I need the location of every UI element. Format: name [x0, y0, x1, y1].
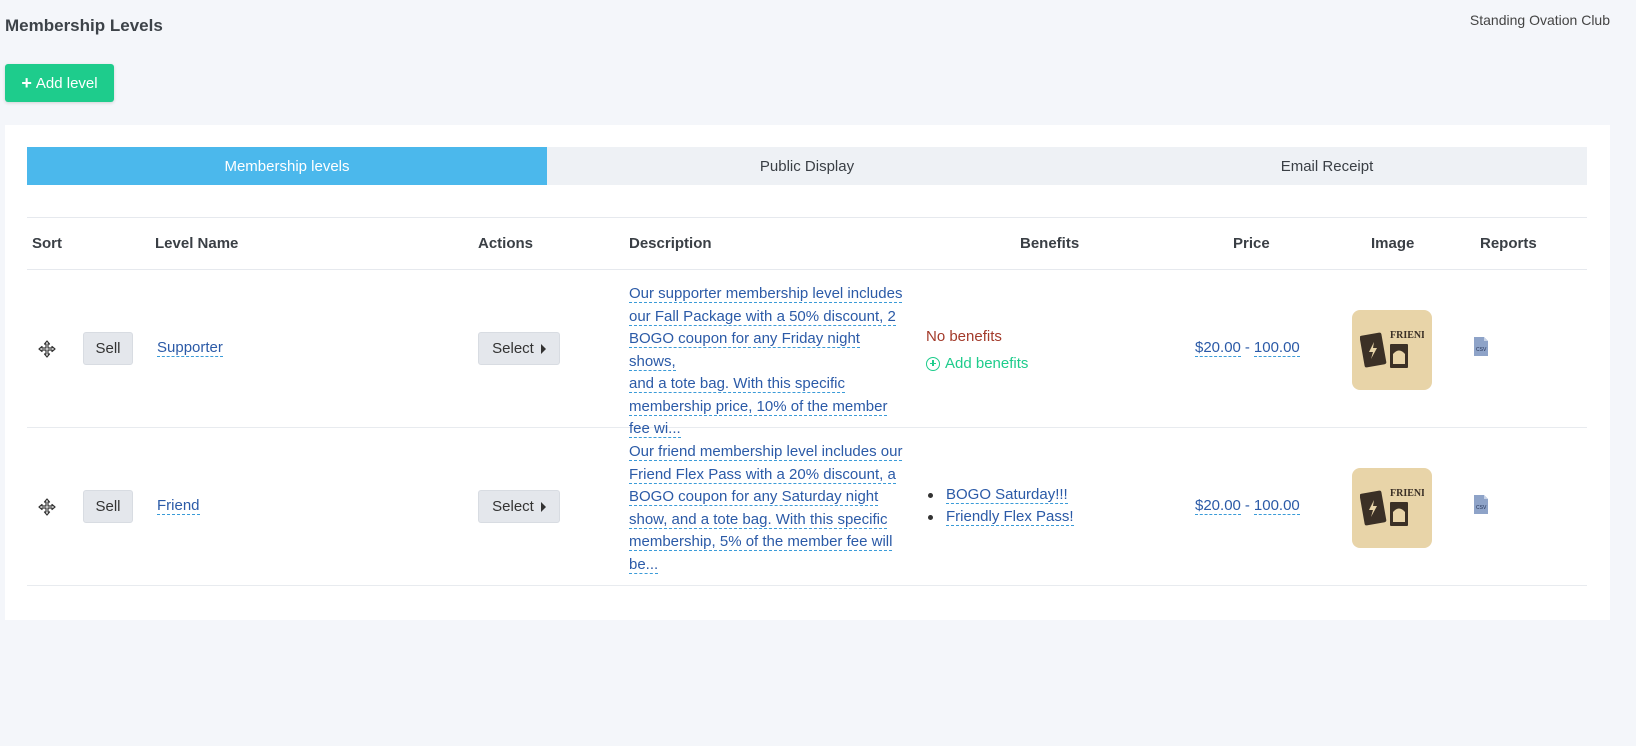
- benefit-list: BOGO Saturday!!! Friendly Flex Pass!: [926, 484, 1126, 528]
- page-title: Membership Levels: [5, 16, 163, 35]
- organization-name: Standing Ovation Club: [1469, 12, 1610, 28]
- description-line: and a tote bag. With this specific: [629, 375, 845, 393]
- level-image[interactable]: FRIEND: [1352, 468, 1432, 548]
- add-benefits-link[interactable]: Add benefits: [926, 355, 1126, 372]
- plus-circle-icon: [926, 356, 940, 371]
- caret-right-icon: [540, 501, 546, 512]
- price-min[interactable]: $20.00: [1195, 339, 1241, 357]
- price-max[interactable]: 100.00: [1253, 339, 1300, 357]
- tab-membership-levels[interactable]: Membership levels: [27, 147, 547, 185]
- price-max[interactable]: 100.00: [1253, 497, 1300, 515]
- image-caption: FRIEND: [1390, 488, 1424, 499]
- description-line: BOGO coupon for any Saturday night: [629, 488, 879, 506]
- price-range: $20.00-100.00: [1195, 497, 1300, 515]
- description-line: our Fall Package with a 50% discount, 2: [629, 307, 896, 326]
- plus-icon: +: [21, 73, 32, 93]
- add-benefits-label: Add benefits: [945, 355, 1029, 372]
- description-line: Friend Flex Pass with a 20% discount, a: [629, 465, 896, 484]
- level-name-link[interactable]: Friend: [157, 497, 200, 515]
- ticket-logo-icon: FRIEND: [1360, 330, 1424, 368]
- price-min[interactable]: $20.00: [1195, 497, 1241, 515]
- description-line: BOGO coupon for any Friday night shows,: [629, 330, 860, 371]
- header-price[interactable]: Price: [1233, 218, 1270, 270]
- benefits-cell: BOGO Saturday!!! Friendly Flex Pass!: [926, 484, 1126, 528]
- csv-label: CSV: [1476, 505, 1487, 511]
- sell-button[interactable]: Sell: [83, 490, 133, 523]
- benefit-item: BOGO Saturday!!!: [926, 484, 1126, 506]
- description-line: Our supporter membership level includes: [629, 285, 903, 303]
- benefit-item: Friendly Flex Pass!: [926, 506, 1126, 528]
- price-range: $20.00-100.00: [1195, 339, 1300, 357]
- select-action-button[interactable]: Select: [478, 332, 560, 365]
- drag-move-icon[interactable]: [38, 498, 56, 516]
- membership-panel: Membership levels Public Display Email R…: [5, 125, 1610, 620]
- benefit-link[interactable]: Friendly Flex Pass!: [946, 508, 1074, 526]
- description-line: membership price, 10% of the member: [629, 397, 888, 416]
- header-description: Description: [629, 235, 712, 252]
- description-line: show, and a tote bag. With this specific: [629, 510, 888, 529]
- no-benefits-text: No benefits: [926, 328, 1002, 345]
- image-caption: FRIEND: [1390, 330, 1424, 341]
- description-line: Our friend membership level includes our: [629, 443, 903, 461]
- sell-button[interactable]: Sell: [83, 332, 133, 365]
- benefit-link[interactable]: BOGO Saturday!!!: [946, 486, 1068, 504]
- header-sort[interactable]: Sort: [32, 218, 62, 270]
- description-line: membership, 5% of the member fee will: [629, 533, 893, 551]
- csv-file-icon[interactable]: CSV: [1473, 337, 1489, 357]
- tab-public-display[interactable]: Public Display: [547, 147, 1067, 185]
- table-row: Sell Friend Select Our friend membership…: [27, 428, 1587, 586]
- table-row: Sell Supporter Select Our supporter memb…: [27, 270, 1587, 438]
- tab-email-receipt[interactable]: Email Receipt: [1067, 147, 1587, 185]
- table-header-row: Sort Level Name Actions Description Bene…: [27, 217, 1587, 270]
- header-reports: Reports: [1480, 235, 1537, 252]
- header-image: Image: [1371, 235, 1415, 252]
- caret-right-icon: [540, 343, 546, 354]
- level-name-link[interactable]: Supporter: [157, 339, 223, 357]
- drag-move-icon[interactable]: [38, 340, 56, 358]
- select-label: Select: [492, 340, 534, 357]
- csv-file-icon[interactable]: CSV: [1473, 495, 1489, 515]
- tab-bar: Membership levels Public Display Email R…: [27, 147, 1587, 185]
- header-actions: Actions: [478, 235, 534, 252]
- select-label: Select: [492, 498, 534, 515]
- level-description[interactable]: Our friend membership level includes our…: [629, 441, 909, 576]
- ticket-logo-icon: FRIEND: [1360, 488, 1424, 526]
- description-line: be...: [629, 555, 659, 574]
- level-description[interactable]: Our supporter membership level includes …: [629, 283, 909, 441]
- benefits-cell: No benefits Add benefits: [926, 328, 1126, 372]
- level-image[interactable]: FRIEND: [1352, 310, 1432, 390]
- select-action-button[interactable]: Select: [478, 490, 560, 523]
- header-level-name[interactable]: Level Name: [155, 218, 238, 270]
- header-benefits: Benefits: [1020, 235, 1080, 252]
- add-level-button[interactable]: + Add level: [5, 64, 114, 102]
- add-level-label: Add level: [35, 74, 98, 92]
- csv-label: CSV: [1476, 347, 1487, 353]
